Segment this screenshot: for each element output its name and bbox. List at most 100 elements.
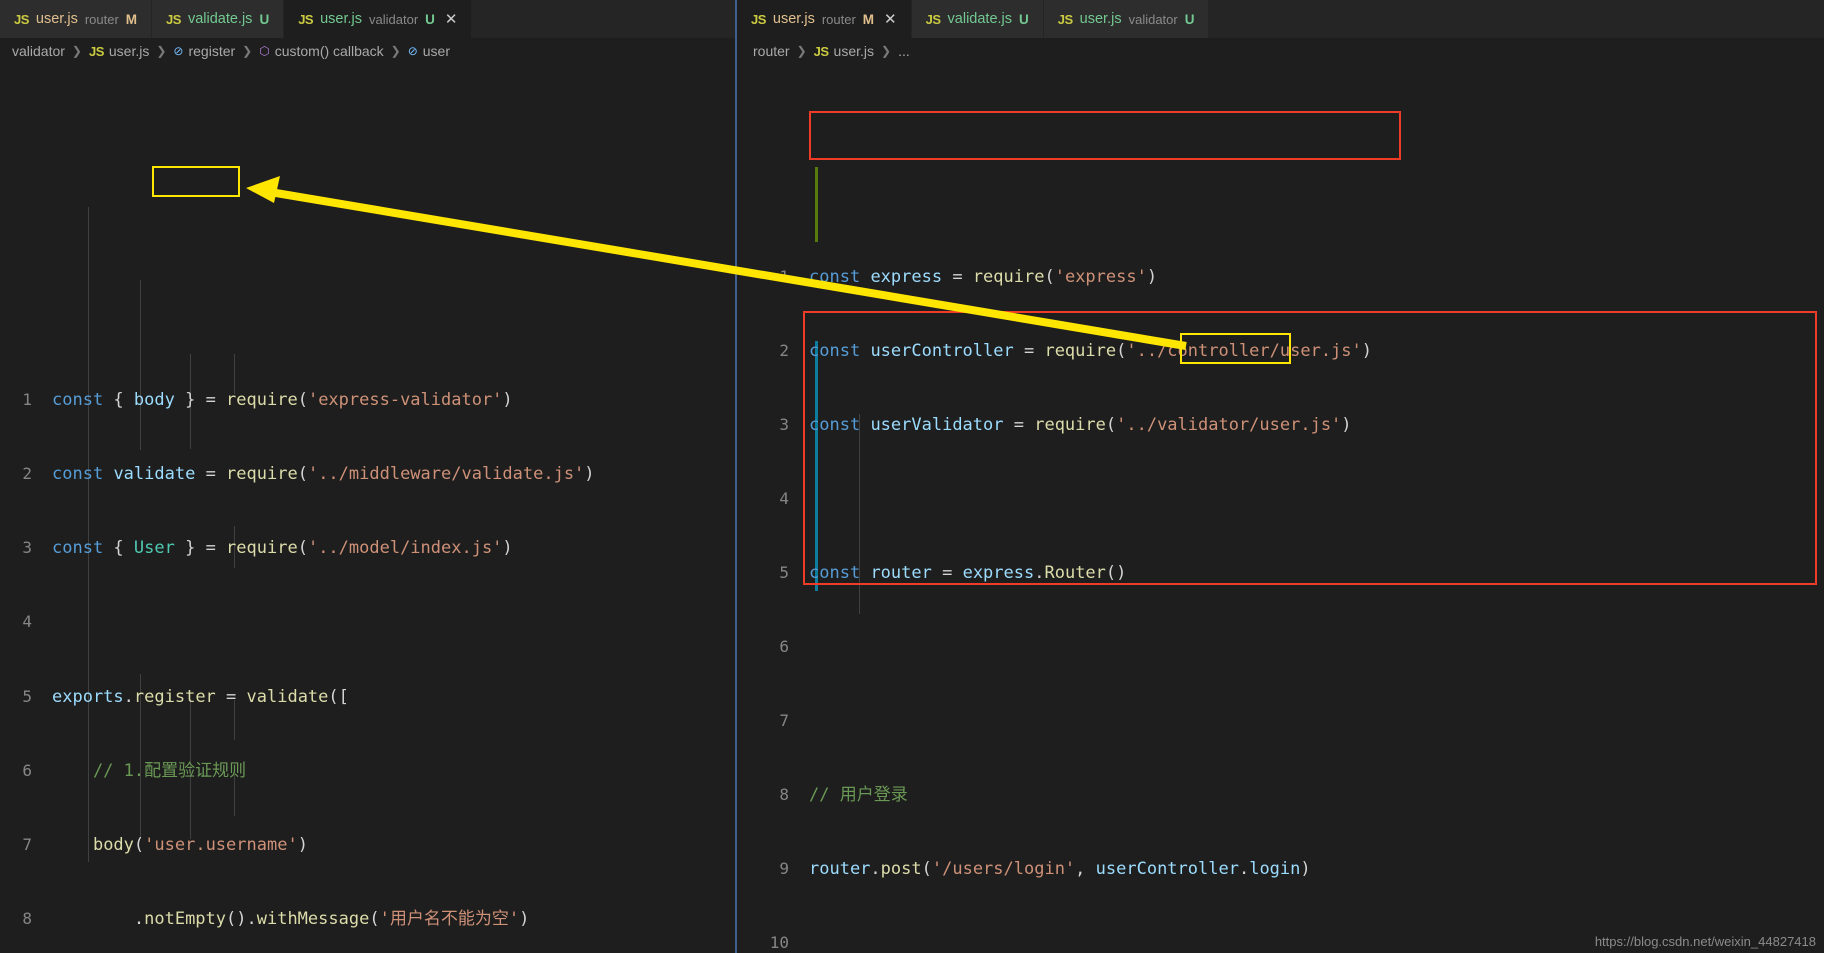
tab-status-badge: M [862, 11, 875, 27]
js-file-icon: JS [166, 11, 181, 27]
tab-status-badge: U [1019, 11, 1029, 27]
tab-user-js-validator[interactable]: JS user.js validator U ✕ [284, 0, 473, 38]
tab-status-badge: M [125, 11, 138, 27]
code-row: 3 const userValidator = require('../valid… [737, 413, 1824, 438]
line-number: 4 [22, 612, 32, 632]
line-number: 6 [779, 637, 789, 657]
git-added-indicator [815, 341, 818, 591]
tab-filename: user.js [772, 11, 815, 27]
code-line: const validate = require('../middleware/… [52, 464, 595, 485]
line-number: 4 [779, 488, 789, 508]
code-row: 7 [737, 709, 1824, 734]
watermark-text: https://blog.csdn.net/weixin_44827418 [1594, 934, 1816, 949]
code-line: exports.register = validate([ [52, 686, 349, 707]
line-number: 1 [22, 390, 32, 410]
chevron-right-icon: ❯ [796, 44, 807, 58]
js-file-icon: JS [1057, 11, 1073, 27]
code-row: 6 // 1.配置验证规则 [0, 759, 735, 784]
js-file-icon: JS [298, 11, 314, 27]
code-line: router.post('/users/login', userControll… [809, 859, 1311, 880]
breadcrumb-item-userjs[interactable]: user.js [109, 43, 149, 59]
close-icon[interactable]: ✕ [445, 12, 458, 27]
tab-bar-filler [1209, 0, 1824, 38]
tab-filename: validate.js [947, 11, 1013, 27]
right-breadcrumb: router ❯ JS user.js ❯ ... [737, 38, 1824, 64]
code-row: 4 [0, 610, 735, 635]
code-line: // 用户登录 [809, 785, 908, 806]
line-number: 8 [22, 908, 32, 928]
tab-filename: user.js [320, 11, 363, 27]
line-number: 7 [779, 711, 789, 731]
left-tab-bar: JS user.js router M JS validate.js U JS … [0, 0, 735, 38]
code-line: const userController = require('../contr… [809, 340, 1373, 361]
tab-folder: router [84, 11, 119, 27]
tab-user-js-validator[interactable]: JS user.js validator U [1043, 0, 1210, 38]
tab-validate-js[interactable]: JS validate.js U [911, 0, 1044, 38]
code-line: body('user.username') [92, 834, 308, 855]
tab-filename: validate.js [187, 11, 253, 27]
js-file-icon: JS [14, 11, 29, 27]
chevron-right-icon: ❯ [71, 44, 82, 58]
breadcrumb-item-validator[interactable]: validator [12, 43, 65, 59]
line-number: 3 [22, 538, 32, 558]
js-file-icon: JS [88, 43, 104, 59]
breadcrumb-item-router[interactable]: router [753, 43, 790, 59]
tab-filename: user.js [35, 11, 78, 27]
tab-status-badge: U [259, 11, 270, 27]
code-row: 8 .notEmpty().withMessage('用户名不能为空') [0, 907, 735, 932]
tab-validate-js[interactable]: JS validate.js U [152, 0, 285, 38]
method-icon: ⬡ [259, 44, 270, 58]
breadcrumb-item-userjs[interactable]: user.js [834, 43, 874, 59]
left-code-area[interactable]: 1 const { body } = require('express-valid… [0, 64, 735, 953]
tab-user-js-router-active[interactable]: JS user.js router M ✕ [737, 0, 912, 38]
code-line: const router = express.Router() [809, 563, 1127, 583]
line-number: 2 [22, 464, 32, 484]
field-icon: ⊘ [173, 44, 184, 58]
code-row: 5 const router = express.Router() [737, 561, 1824, 586]
left-editor-pane: JS user.js router M JS validate.js U JS … [0, 0, 735, 953]
code-row: 9 router.post('/users/login', userControl… [737, 857, 1824, 882]
code-row: 8 // 用户登录 [737, 783, 1824, 808]
tab-folder: validator [369, 11, 419, 27]
line-number: 8 [779, 785, 789, 805]
code-line: const { body } = require('express-valida… [52, 390, 513, 411]
code-line: const { User } = require('../model/index… [52, 538, 513, 559]
line-number: 9 [779, 859, 789, 879]
code-row: 1 const { body } = require('express-valid… [0, 388, 735, 413]
code-row: 2 const validate = require('../middleware… [0, 462, 735, 487]
tab-status-badge: U [1184, 11, 1195, 27]
chevron-right-icon: ❯ [390, 44, 401, 58]
left-breadcrumb: validator ❯ JS user.js ❯ ⊘ register ❯ ⬡ … [0, 38, 735, 64]
tab-status-badge: U [425, 11, 435, 27]
right-editor-pane: JS user.js router M ✕ JS validate.js U J… [735, 0, 1824, 953]
chevron-right-icon: ❯ [242, 44, 253, 58]
tab-bar-filler [472, 0, 735, 38]
tab-folder: router [821, 11, 856, 27]
line-number: 7 [22, 834, 32, 854]
chevron-right-icon: ❯ [881, 44, 892, 58]
line-number: 2 [779, 340, 789, 360]
tab-folder: validator [1128, 11, 1178, 27]
line-number: 1 [779, 266, 789, 286]
code-row: 1 const express = require('express') [737, 265, 1824, 290]
close-icon[interactable]: ✕ [884, 12, 897, 27]
code-line: const express = require('express') [809, 266, 1158, 287]
tab-filename: user.js [1079, 11, 1122, 27]
breadcrumb-item-ellipsis[interactable]: ... [898, 43, 910, 59]
code-row: 2 const userController = require('../cont… [737, 339, 1824, 364]
breadcrumb-item-register[interactable]: register [188, 43, 235, 59]
code-row: 7 body('user.username') [0, 833, 735, 858]
right-tab-bar: JS user.js router M ✕ JS validate.js U J… [737, 0, 1824, 38]
code-line: .notEmpty().withMessage('用户名不能为空') [52, 908, 530, 929]
git-modified-indicator [815, 167, 818, 242]
js-file-icon: JS [925, 11, 941, 27]
tab-user-js-router[interactable]: JS user.js router M [0, 0, 153, 38]
breadcrumb-item-custom-callback[interactable]: custom() callback [275, 43, 384, 59]
code-row: 5 exports.register = validate([ [0, 685, 735, 710]
field-icon: ⊘ [407, 44, 418, 58]
line-number: 3 [779, 414, 789, 434]
breadcrumb-item-user[interactable]: user [423, 43, 450, 59]
right-code-area[interactable]: 1 const express = require('express') 2 con… [737, 64, 1824, 953]
indent-guide [140, 280, 141, 450]
line-number: 5 [779, 563, 789, 582]
